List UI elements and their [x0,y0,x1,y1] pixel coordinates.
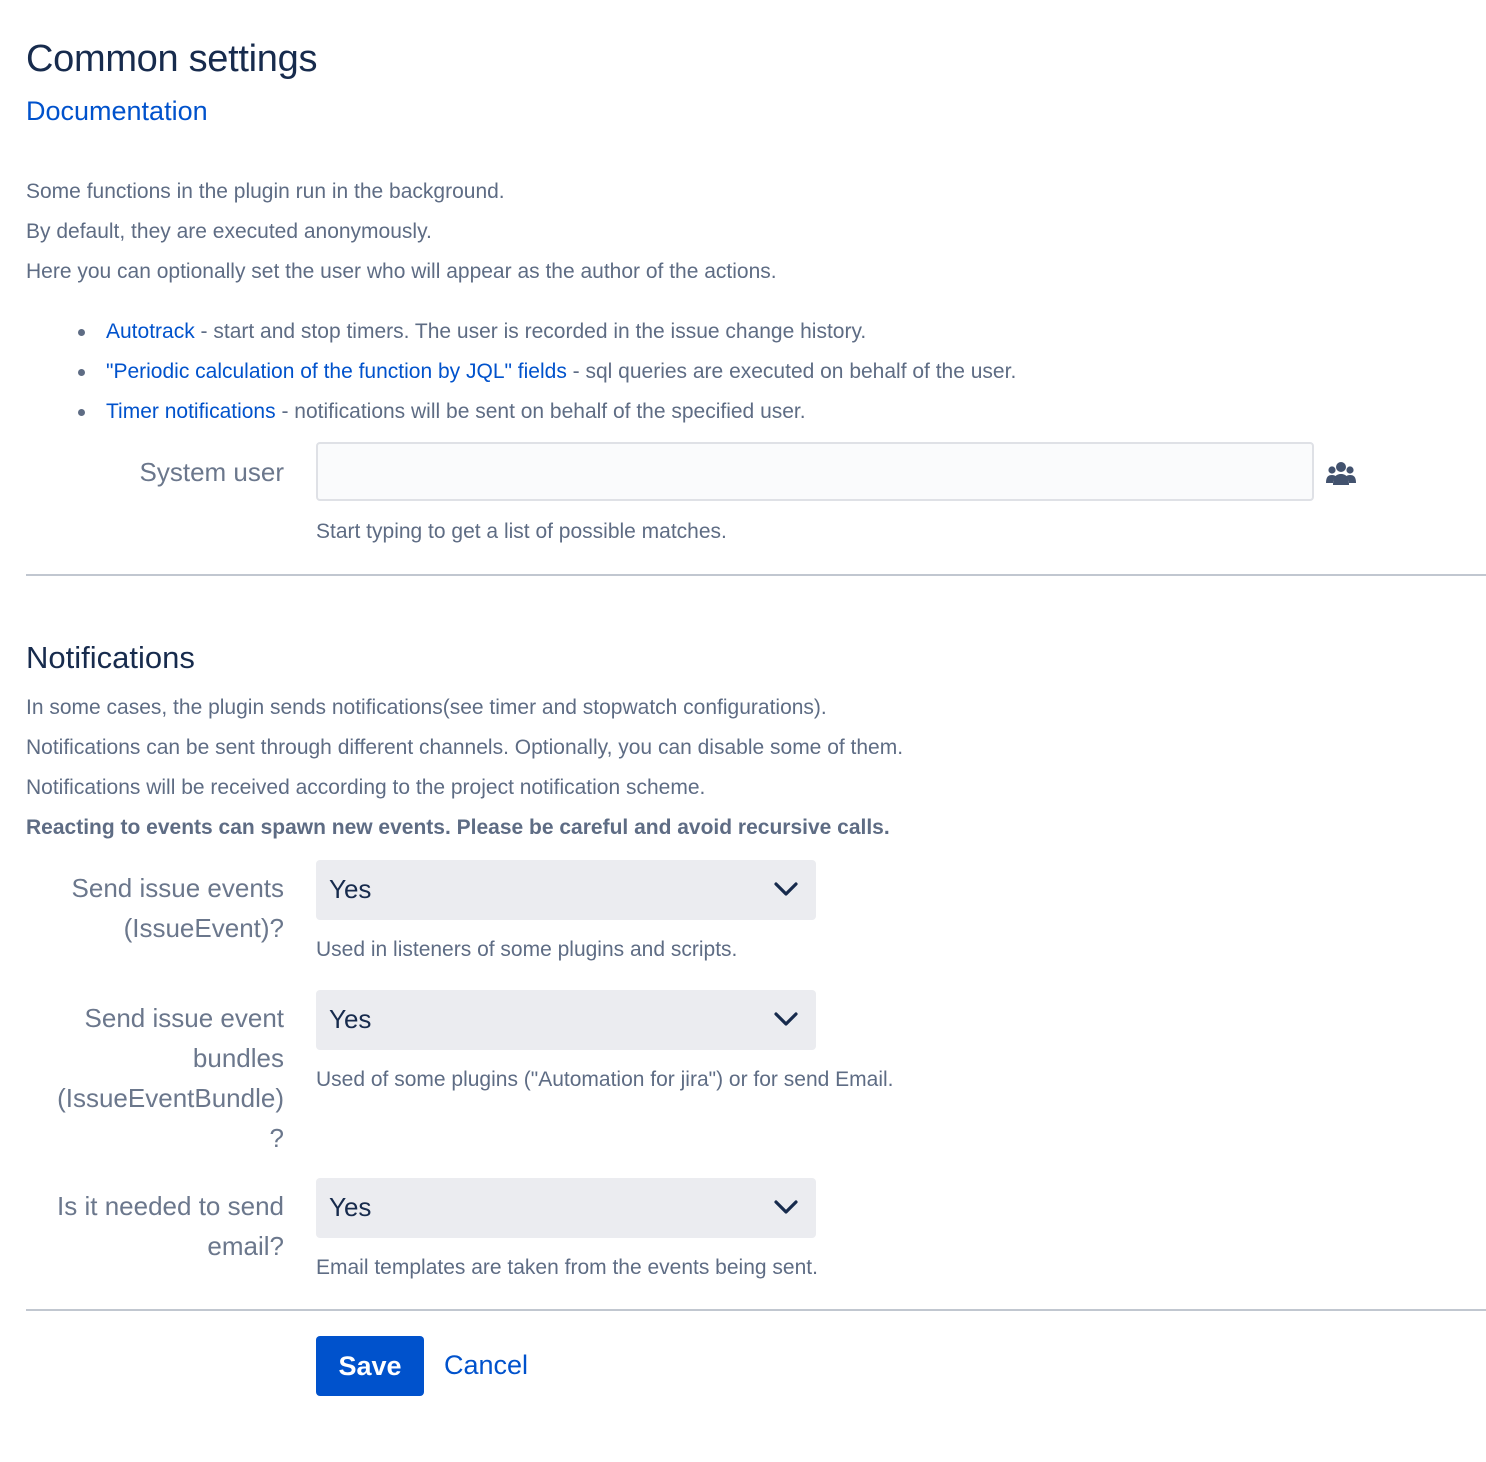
list-item: Autotrack - start and stop timers. The u… [26,318,1016,358]
send-issue-event-bundles-hint: Used of some plugins ("Automation for ji… [316,1068,894,1091]
system-user-hint: Start typing to get a list of possible m… [316,520,727,543]
notifications-line: In some cases, the plugin sends notifica… [26,696,827,719]
divider [26,1309,1486,1311]
send-issue-event-bundles-label: Send issue event bundles (IssueEventBund… [14,998,284,1158]
bullet-text: - notifications will be sent on behalf o… [275,400,806,423]
page-title: Common settings [26,38,318,80]
send-issue-events-select[interactable]: Yes [316,860,816,920]
list-item: "Periodic calculation of the function by… [26,358,1016,398]
label-line: (IssueEventBundle) [57,1083,284,1113]
send-issue-events-hint: Used in listeners of some plugins and sc… [316,938,738,961]
send-email-hint: Email templates are taken from the event… [316,1256,818,1279]
label-line: Is it needed to send [57,1191,284,1221]
chevron-down-icon [774,1012,798,1026]
label-line: Send issue events [71,873,284,903]
recursion-warning: Reacting to events can spawn new events.… [26,816,890,839]
label-line: email? [207,1231,284,1261]
select-value: Yes [329,874,372,904]
select-value: Yes [329,1004,372,1034]
intro-bullet-list: Autotrack - start and stop timers. The u… [26,318,1016,438]
intro-line: By default, they are executed anonymousl… [26,220,432,243]
cancel-button[interactable]: Cancel [444,1350,528,1381]
bullet-text: - sql queries are executed on behalf of … [566,360,1017,383]
bullet-icon [78,369,85,376]
notifications-line: Notifications will be received according… [26,776,706,799]
label-line: Send issue event [84,1003,284,1033]
list-item: Timer notifications - notifications will… [26,398,1016,438]
label-line: bundles [192,1043,284,1073]
documentation-link[interactable]: Documentation [26,96,208,127]
timer-notifications-link[interactable]: Timer notifications [106,400,276,423]
users-icon[interactable] [1326,459,1356,487]
label-line: ? [269,1123,284,1153]
save-button[interactable]: Save [316,1336,424,1396]
bullet-icon [78,329,85,336]
divider [26,574,1486,576]
send-email-select[interactable]: Yes [316,1178,816,1238]
label-line: (IssueEvent)? [123,913,284,943]
system-user-label: System user [139,457,285,487]
send-issue-events-label: Send issue events (IssueEvent)? [14,868,284,948]
bullet-icon [78,409,85,416]
chevron-down-icon [774,1200,798,1214]
periodic-calculation-link[interactable]: "Periodic calculation of the function by… [106,360,567,383]
select-value: Yes [329,1192,372,1222]
autotrack-link[interactable]: Autotrack [106,320,195,343]
intro-line: Some functions in the plugin run in the … [26,180,505,203]
send-email-label: Is it needed to send email? [14,1186,284,1266]
system-user-input[interactable] [316,442,1314,501]
bullet-text: - start and stop timers. The user is rec… [194,320,867,343]
intro-line: Here you can optionally set the user who… [26,260,777,283]
notifications-line: Notifications can be sent through differ… [26,736,904,759]
send-issue-event-bundles-select[interactable]: Yes [316,990,816,1050]
notifications-title: Notifications [26,640,195,675]
chevron-down-icon [774,882,798,896]
